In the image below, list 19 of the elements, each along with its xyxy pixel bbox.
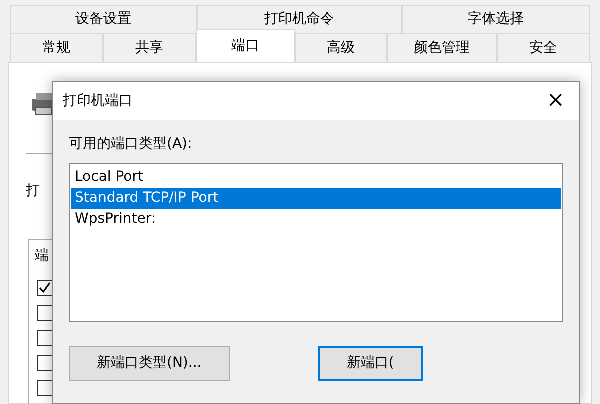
tab[interactable]: 设备设置 [10, 5, 197, 33]
tab[interactable]: 共享 [103, 33, 196, 62]
label: 打 [26, 182, 40, 201]
tab[interactable]: 端口 [196, 29, 295, 62]
dialog-button[interactable]: 新端口类型(N)... [69, 346, 230, 381]
tab[interactable]: 高级 [295, 33, 387, 62]
tab[interactable]: 安全 [497, 33, 590, 62]
dialog-button[interactable]: 新端口( [318, 346, 424, 381]
tab[interactable]: 打印机命令 [197, 5, 402, 33]
tab[interactable]: 颜色管理 [387, 33, 497, 62]
tab[interactable]: 字体选择 [402, 5, 590, 33]
list-item[interactable]: Local Port [71, 167, 561, 188]
list-item[interactable]: WpsPrinter: [71, 209, 561, 230]
list-label: 可用的端口类型(A): [69, 135, 194, 154]
dialog-title: 打印机端口 [63, 92, 133, 110]
close-button[interactable]: × [542, 90, 569, 112]
tab[interactable]: 常规 [10, 33, 103, 62]
list-item[interactable]: Standard TCP/IP Port [71, 188, 561, 209]
group-label: 端 [35, 247, 49, 266]
